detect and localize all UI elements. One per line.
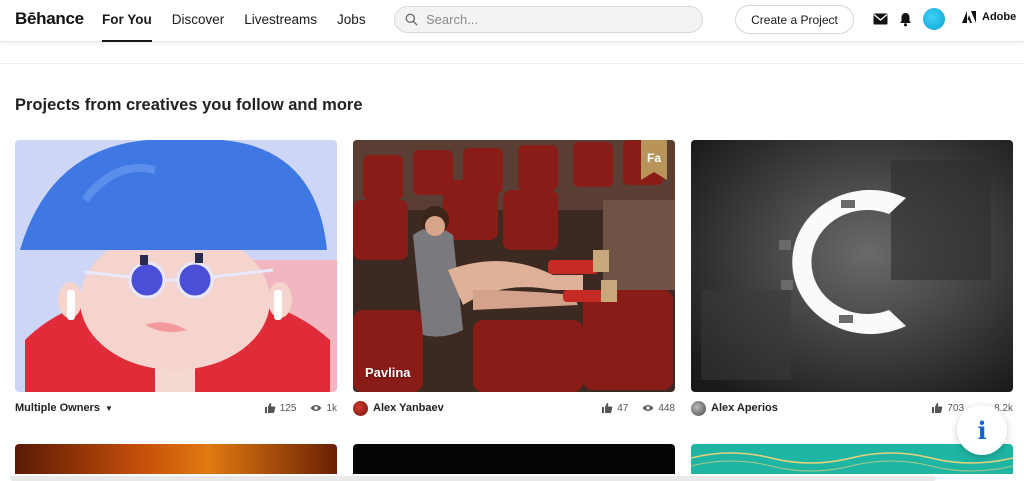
top-navigation-bar: Bēhance For You Discover Livestreams Job… bbox=[0, 0, 1024, 42]
badge-label: Fa bbox=[646, 151, 661, 165]
view-count: 1k bbox=[326, 402, 337, 414]
notifications-icon[interactable] bbox=[897, 11, 913, 27]
thumbs-up-icon bbox=[264, 403, 276, 413]
project-meta-2: Alex Yanbaev 47 448 bbox=[353, 399, 675, 417]
user-avatar[interactable] bbox=[923, 8, 945, 30]
search-icon bbox=[405, 13, 418, 26]
owner-avatar bbox=[691, 400, 706, 416]
view-count: 448 bbox=[658, 402, 675, 414]
owner-label: Alex Aperios bbox=[711, 402, 778, 414]
project-card-3[interactable] bbox=[691, 140, 1013, 392]
nav-discover[interactable]: Discover bbox=[172, 0, 225, 42]
info-button[interactable]: i bbox=[957, 405, 1007, 455]
divider bbox=[0, 63, 1024, 64]
nav-for-you[interactable]: For You bbox=[102, 0, 152, 42]
adobe-menu[interactable]: Adobe bbox=[962, 11, 1016, 23]
like-count: 703 bbox=[947, 402, 965, 414]
like-count: 47 bbox=[617, 402, 629, 414]
behance-logo[interactable]: Bēhance bbox=[15, 9, 84, 29]
nav-jobs[interactable]: Jobs bbox=[337, 0, 366, 42]
thumbs-up-icon bbox=[602, 403, 613, 413]
create-project-button[interactable]: Create a Project bbox=[735, 5, 854, 34]
project-thumbnail-theater-photo bbox=[353, 140, 675, 392]
owner-label: Alex Yanbaev bbox=[373, 402, 444, 414]
info-icon: i bbox=[977, 415, 987, 445]
search-input[interactable] bbox=[426, 12, 686, 27]
owner-name[interactable]: Alex Yanbaev bbox=[353, 400, 444, 416]
project-meta-1: Multiple Owners ▼ 125 1k bbox=[15, 399, 337, 417]
search-bar[interactable] bbox=[394, 6, 703, 33]
eye-icon bbox=[642, 405, 654, 411]
horizontal-scrollbar[interactable] bbox=[10, 476, 936, 481]
project-card-1[interactable] bbox=[15, 140, 337, 392]
project-thumbnail-3d-character bbox=[15, 140, 337, 392]
owner-name[interactable]: Multiple Owners ▼ bbox=[15, 402, 113, 414]
main-nav: For You Discover Livestreams Jobs bbox=[102, 0, 366, 42]
nav-livestreams[interactable]: Livestreams bbox=[244, 0, 317, 42]
owner-name[interactable]: Alex Aperios bbox=[691, 400, 778, 416]
project-card-2[interactable]: Fa Pavlina bbox=[353, 140, 675, 392]
chevron-down-icon: ▼ bbox=[104, 403, 113, 413]
section-title: Projects from creatives you follow and m… bbox=[15, 96, 363, 114]
owner-avatar bbox=[353, 400, 368, 416]
thumbs-up-icon bbox=[932, 403, 943, 413]
project-stats: 47 448 bbox=[601, 402, 675, 414]
project-card-5-thumbnail[interactable] bbox=[353, 444, 675, 474]
project-card-4-thumbnail[interactable] bbox=[15, 444, 337, 474]
adobe-label: Adobe bbox=[982, 11, 1017, 23]
project-title: Pavlina bbox=[365, 365, 411, 380]
adobe-logo-icon bbox=[962, 11, 976, 23]
eye-icon bbox=[310, 405, 322, 411]
owner-label: Multiple Owners bbox=[15, 402, 100, 414]
project-thumbnail-c-logo bbox=[691, 140, 1013, 392]
project-stats: 125 1k bbox=[264, 402, 337, 414]
featured-badge: Fa bbox=[641, 140, 667, 180]
like-count: 125 bbox=[279, 402, 297, 414]
messages-icon[interactable] bbox=[872, 11, 888, 27]
